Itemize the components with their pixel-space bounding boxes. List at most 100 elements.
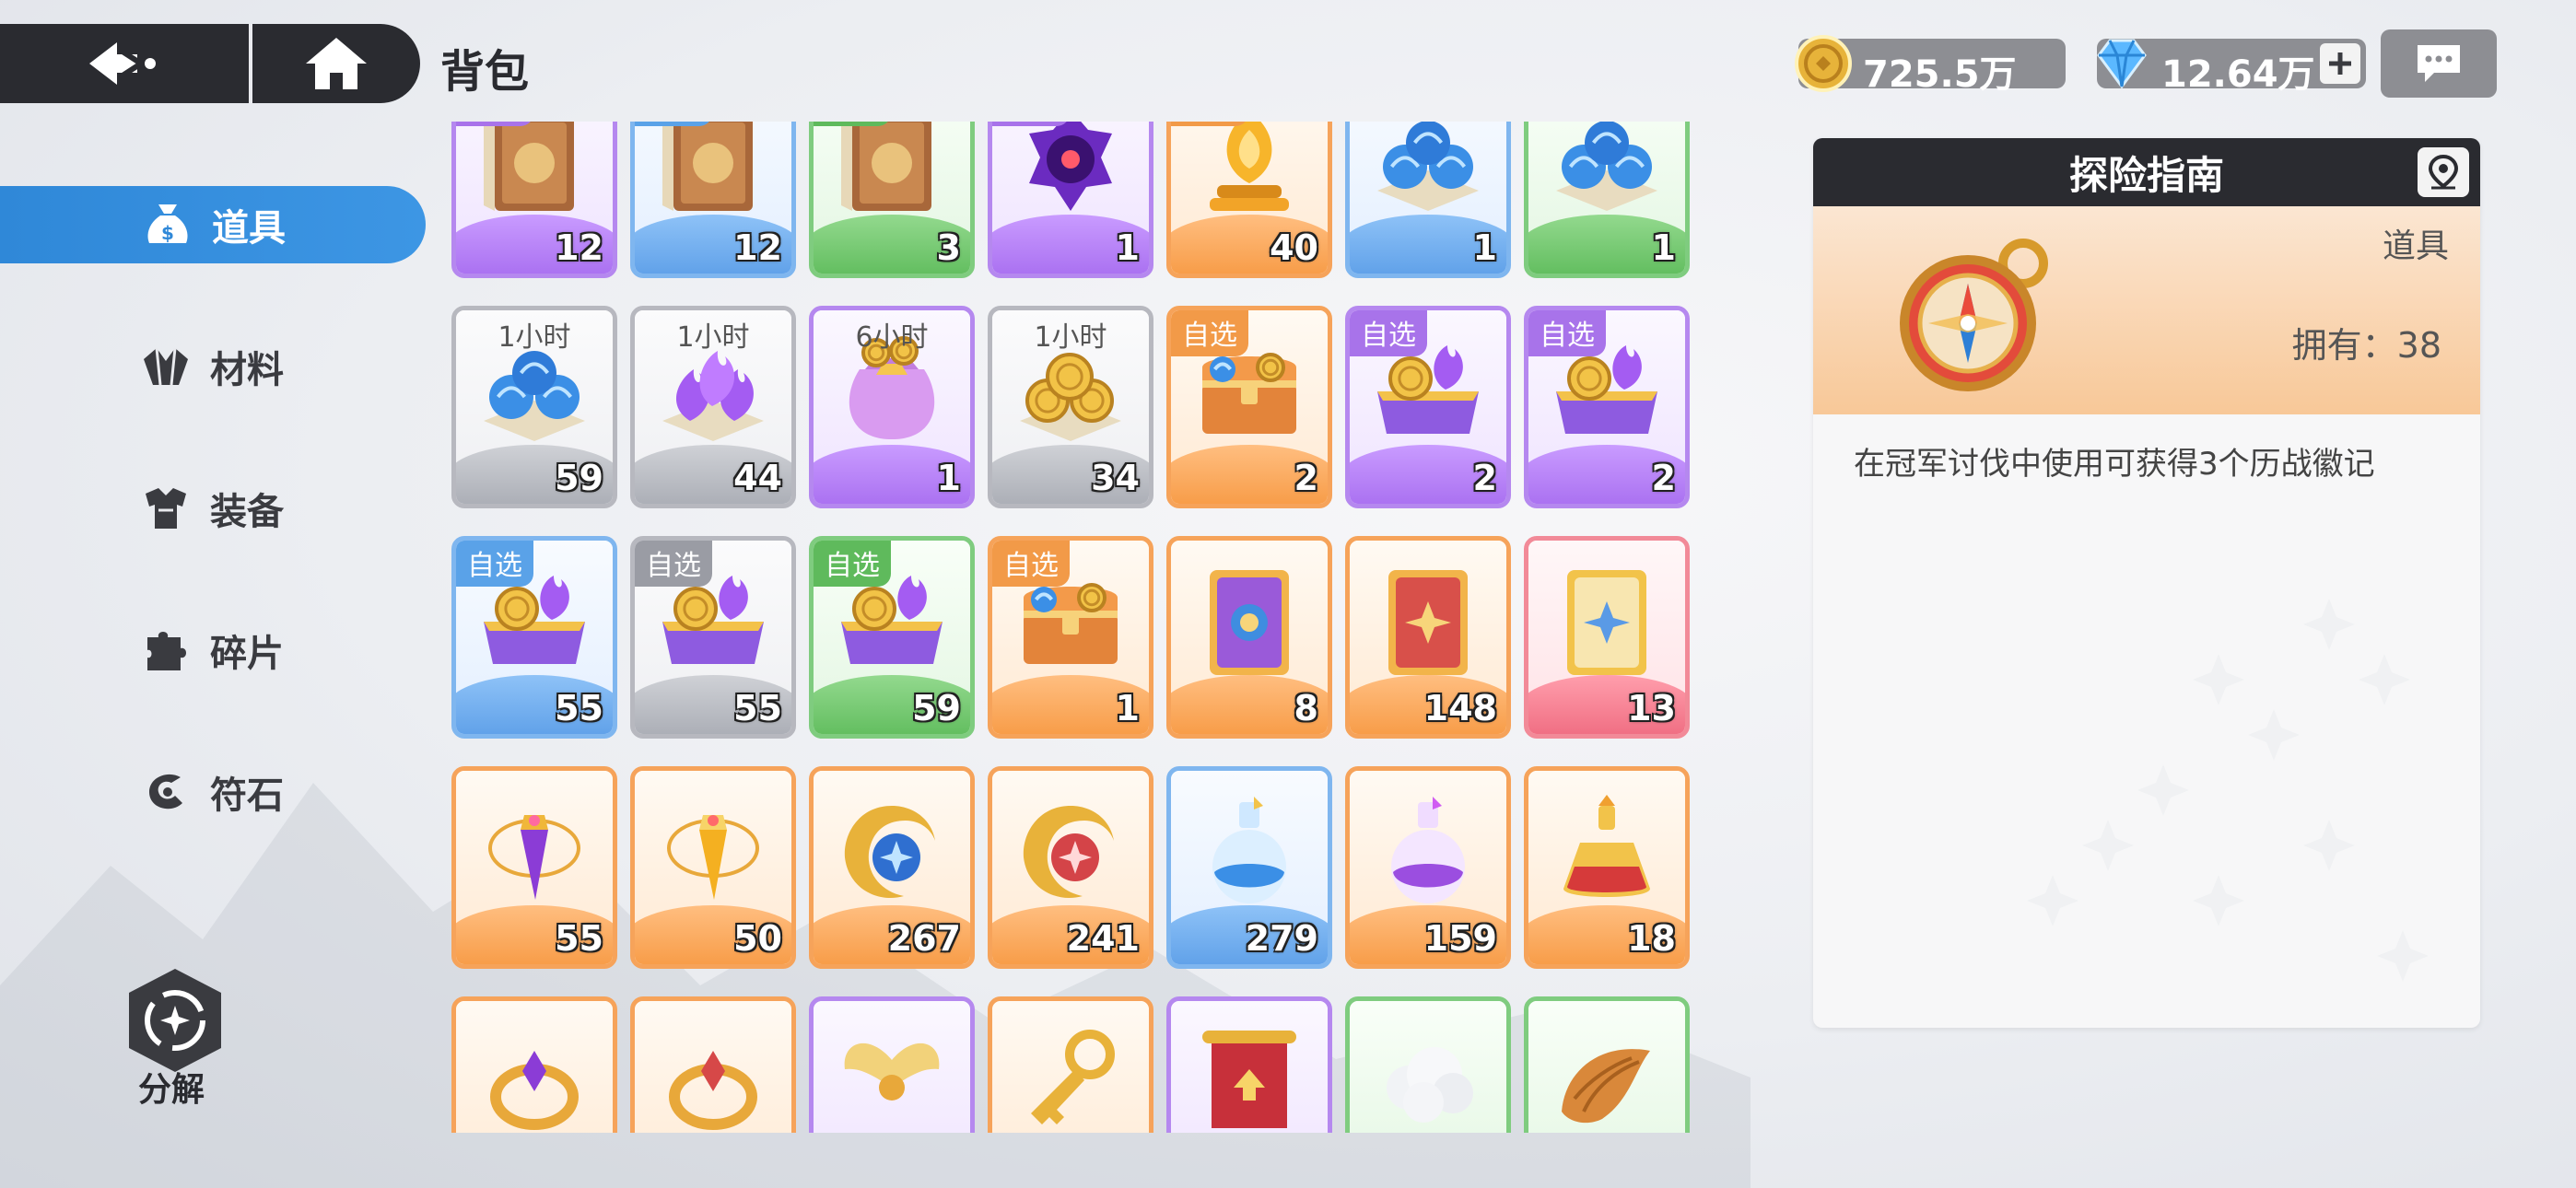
inventory-item[interactable] [1345, 996, 1511, 1133]
item-quantity: 267 [887, 918, 961, 959]
back-button[interactable] [0, 24, 249, 103]
item-quantity: 55 [555, 918, 603, 959]
gem-currency: 12.64万 [2097, 39, 2366, 96]
ring-purple-icon [490, 1051, 579, 1130]
inventory-item[interactable]: 267 [809, 766, 975, 969]
item-quantity: 55 [733, 688, 782, 728]
inventory-item[interactable]: 18 [1524, 766, 1690, 969]
inventory-item[interactable]: 自选 1 [988, 536, 1153, 739]
add-gems-button[interactable] [2320, 43, 2360, 84]
item-quantity: 241 [1066, 918, 1140, 959]
item-tag: 自选 [635, 541, 712, 587]
crescent-blue-icon [844, 806, 935, 899]
inventory-item[interactable]: 自选 55 [630, 536, 796, 739]
inventory-scroll-area[interactable]: 自选12自选12自选3自选1自选40111小时591小时446小时11小时34自… [451, 122, 1690, 1133]
dark-orb-icon [1029, 122, 1112, 211]
item-duration: 1小时 [1034, 321, 1107, 354]
inventory-item[interactable]: 8 [1166, 536, 1332, 739]
sidebar-item-label: 符石 [210, 775, 284, 817]
inventory-item[interactable]: 1小时 44 [630, 306, 796, 508]
puzzle-piece-icon [138, 623, 193, 678]
home-icon [306, 38, 367, 89]
inventory-item[interactable]: 159 [1345, 766, 1511, 969]
item-quantity: 2 [1294, 458, 1318, 498]
inventory-item[interactable] [1166, 996, 1332, 1133]
inventory-item[interactable]: 279 [1166, 766, 1332, 969]
item-quantity: 1 [1115, 688, 1140, 728]
inventory-item[interactable]: 55 [451, 766, 617, 969]
item-quantity: 1 [1651, 227, 1676, 268]
decompose-button[interactable] [120, 965, 230, 1076]
sidebar-item-materials[interactable]: 材料 [0, 328, 426, 405]
item-quantity: 2 [1651, 458, 1676, 498]
inventory-item[interactable]: 1小时 34 [988, 306, 1153, 508]
item-tag: 自选 [456, 541, 533, 587]
inventory-item[interactable]: 自选 40 [1166, 122, 1332, 278]
book-icon [841, 122, 931, 211]
inventory-item[interactable]: 自选 2 [1166, 306, 1332, 508]
inventory-item[interactable]: 自选 12 [630, 122, 796, 278]
detail-item-banner: 道具 拥有：38 [1813, 206, 2480, 414]
detail-header: 探险指南 [1813, 138, 2480, 206]
chat-bubble-icon [2418, 45, 2460, 82]
book-icon [484, 122, 574, 211]
top-nav-pill [0, 24, 420, 103]
item-detail-panel: 探险指南 道具 拥有：38 在冠军讨伐中使用可获得3个历战徽记 [1813, 138, 2480, 1028]
sidebar-item-runes[interactable]: 符石 [0, 753, 426, 831]
sidebar-item-items[interactable]: $ 道具 [0, 186, 426, 263]
item-quantity: 3 [936, 227, 961, 268]
inventory-item[interactable]: 50 [630, 766, 796, 969]
home-button[interactable] [252, 24, 420, 103]
ring-red-icon [669, 1051, 757, 1130]
item-tag: 自选 [456, 122, 533, 126]
item-tag: 自选 [1171, 310, 1248, 356]
inventory-item[interactable]: 1 [1345, 122, 1511, 278]
inventory-item[interactable]: 自选 59 [809, 536, 975, 739]
item-duration: 1小时 [498, 321, 571, 354]
wings-icon [844, 1042, 940, 1101]
inventory-item[interactable]: 自选 2 [1524, 306, 1690, 508]
croissant-icon [1562, 1049, 1650, 1124]
inventory-item[interactable]: 1 [1524, 122, 1690, 278]
inventory-item[interactable]: 241 [988, 766, 1153, 969]
item-quantity: 2 [1472, 458, 1497, 498]
locate-button[interactable] [2418, 147, 2469, 197]
inventory-item[interactable]: 1小时 59 [451, 306, 617, 508]
inventory-item[interactable]: 148 [1345, 536, 1511, 739]
scroll-icon [1202, 1031, 1296, 1128]
inventory-item[interactable] [988, 996, 1153, 1133]
gold-amount: 725.5万 [1863, 53, 2017, 96]
inventory-item[interactable]: 自选 2 [1345, 306, 1511, 508]
inventory-item[interactable] [809, 996, 975, 1133]
item-quantity: 18 [1627, 918, 1676, 959]
sidebar-item-equipment[interactable]: 装备 [0, 470, 426, 547]
item-quantity: 12 [555, 227, 603, 268]
inventory-item[interactable]: 13 [1524, 536, 1690, 739]
inventory-item[interactable] [630, 996, 796, 1133]
item-quantity: 44 [733, 458, 782, 498]
item-quantity: 34 [1091, 458, 1140, 498]
inventory-item[interactable]: 自选 1 [988, 122, 1153, 278]
blue-orbs-icon [1377, 122, 1479, 211]
cloud-icon [1387, 1047, 1473, 1123]
item-duration: 6小时 [855, 321, 929, 354]
sidebar-item-fragments[interactable]: 碎片 [0, 611, 426, 689]
potion-blue-icon [1212, 797, 1286, 903]
inventory-item[interactable]: 自选 3 [809, 122, 975, 278]
item-bag-icon: $ [140, 197, 195, 252]
inventory-item[interactable]: 自选 55 [451, 536, 617, 739]
decompose-label: 分解 [138, 1071, 205, 1109]
item-quantity: 279 [1245, 918, 1318, 959]
golden-trophy-icon [1210, 122, 1289, 211]
item-quantity: 8 [1294, 688, 1318, 728]
blue-gem-icon [2097, 39, 2147, 89]
inventory-item[interactable]: 6小时 1 [809, 306, 975, 508]
inventory-item[interactable] [451, 996, 617, 1133]
chat-button[interactable] [2381, 29, 2497, 98]
inventory-item[interactable] [1524, 996, 1690, 1133]
page-title: 背包 [440, 46, 530, 98]
item-quantity: 12 [733, 227, 782, 268]
book-icon [662, 122, 753, 211]
inventory-item[interactable]: 自选 12 [451, 122, 617, 278]
item-quantity: 1 [1115, 227, 1140, 268]
